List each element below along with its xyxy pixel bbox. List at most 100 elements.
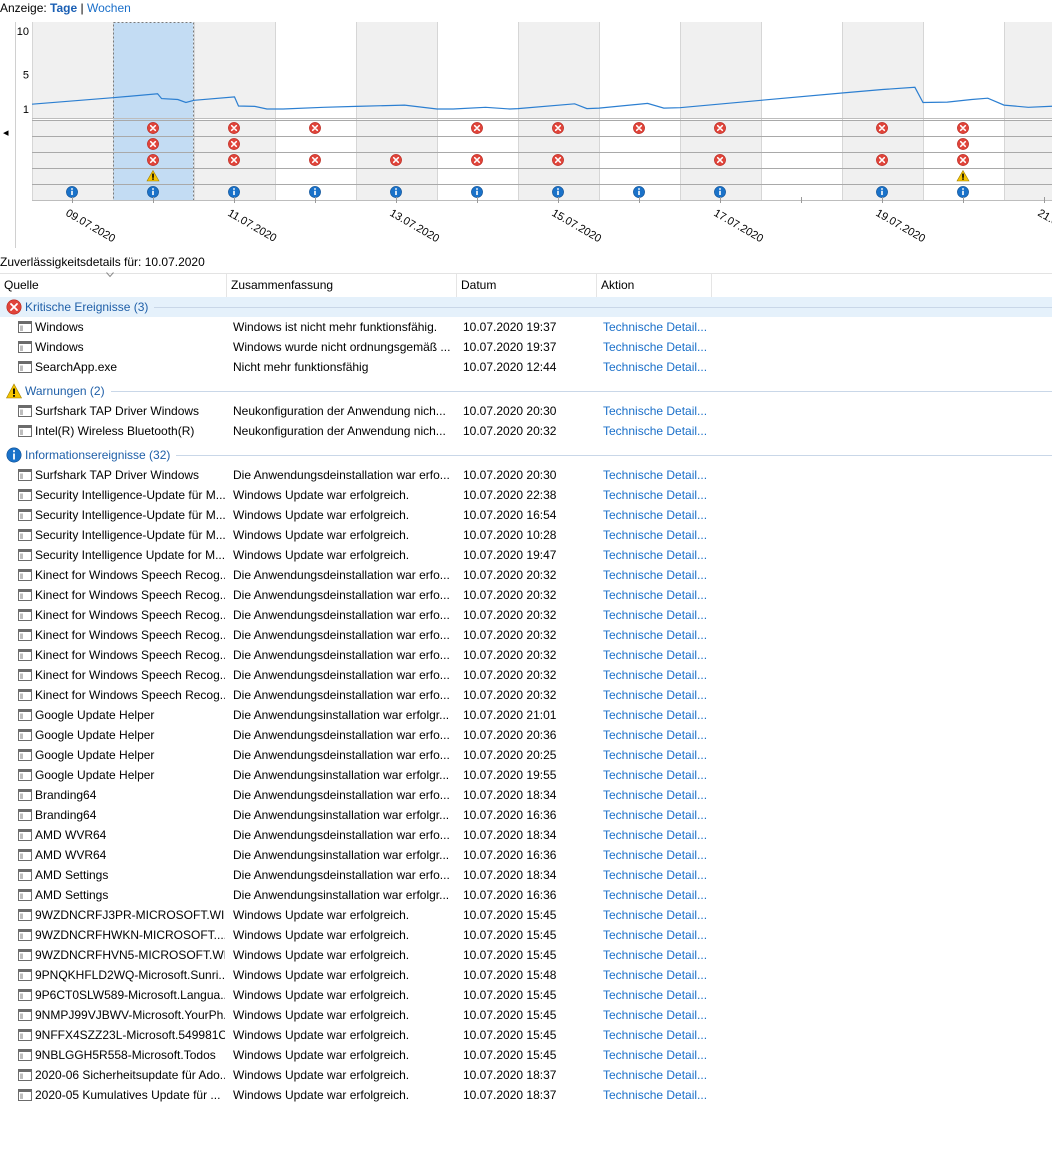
event-row[interactable]: 2020-06 Sicherheitsupdate für Ado... Wind… [0,1065,1052,1085]
technical-details-link[interactable]: Technische Detail... [603,725,708,745]
technical-details-link[interactable]: Technische Detail... [603,905,708,925]
event-row[interactable]: Surfshark TAP Driver Windows Neukonfigura… [0,401,1052,421]
technical-details-link[interactable]: Technische Detail... [603,1065,708,1085]
technical-details-link[interactable]: Technische Detail... [603,465,708,485]
event-row[interactable]: Surfshark TAP Driver Windows Die Anwendun… [0,465,1052,485]
column-header-source[interactable]: Quelle [0,272,227,297]
technical-details-link[interactable]: Technische Detail... [603,845,708,865]
day-column[interactable] [761,22,842,118]
technical-details-link[interactable]: Technische Detail... [603,525,708,545]
technical-details-link[interactable]: Technische Detail... [603,965,708,985]
technical-details-link[interactable]: Technische Detail... [603,401,708,421]
event-row[interactable]: 9NMPJ99VJBWV-Microsoft.YourPh... Windows … [0,1005,1052,1025]
technical-details-link[interactable]: Technische Detail... [603,645,708,665]
technical-details-link[interactable]: Technische Detail... [603,625,708,645]
event-row[interactable]: 9P6CT0SLW589-Microsoft.Langua... Windows … [0,985,1052,1005]
event-row[interactable]: Security Intelligence-Update für M... Win… [0,525,1052,545]
event-row[interactable]: AMD WVR64 Die Anwendungsdeinstallation wa… [0,825,1052,845]
event-row[interactable]: Branding64 Die Anwendungsdeinstallation w… [0,785,1052,805]
technical-details-link[interactable]: Technische Detail... [603,505,708,525]
day-column[interactable] [518,22,599,118]
technical-details-link[interactable]: Technische Detail... [603,1025,708,1045]
event-row[interactable]: 9WZDNCRFHVN5-MICROSOFT.WI... Windows Upda… [0,945,1052,965]
technical-details-link[interactable]: Technische Detail... [603,885,708,905]
technical-details-link[interactable]: Technische Detail... [603,605,708,625]
event-date: 10.07.2020 18:34 [463,828,557,842]
technical-details-link[interactable]: Technische Detail... [603,985,708,1005]
event-row[interactable]: AMD Settings Die Anwendungsinstallation w… [0,885,1052,905]
day-column-events[interactable] [1004,120,1052,200]
technical-details-link[interactable]: Technische Detail... [603,485,708,505]
event-row[interactable]: Security Intelligence Update for M... Win… [0,545,1052,565]
event-row[interactable]: Branding64 Die Anwendungsinstallation war… [0,805,1052,825]
application-window-icon [18,341,32,353]
event-row[interactable]: Kinect for Windows Speech Recog... Die An… [0,585,1052,605]
technical-details-link[interactable]: Technische Detail... [603,665,708,685]
day-column[interactable] [923,22,1004,118]
technical-details-link[interactable]: Technische Detail... [603,565,708,585]
view-days-link[interactable]: Tage [50,1,77,15]
event-row[interactable]: Kinect for Windows Speech Recog... Die An… [0,565,1052,585]
event-row[interactable]: 9PNQKHFLD2WQ-Microsoft.Sunri... Windows U… [0,965,1052,985]
event-row[interactable]: Google Update Helper Die Anwendungsinstal… [0,705,1052,725]
column-header-date[interactable]: Datum [457,274,597,297]
event-row[interactable]: Security Intelligence-Update für M... Win… [0,505,1052,525]
view-weeks-link[interactable]: Wochen [87,1,131,15]
event-row[interactable]: 2020-05 Kumulatives Update für ... Window… [0,1085,1052,1105]
event-row[interactable]: 9WZDNCRFJ3PR-MICROSOFT.WI... Windows Upda… [0,905,1052,925]
day-column[interactable] [437,22,518,118]
event-row[interactable]: 9NFFX4SZZ23L-Microsoft.549981C... Windows… [0,1025,1052,1045]
event-row[interactable]: 9NBLGGH5R558-Microsoft.Todos Windows Upda… [0,1045,1052,1065]
technical-details-link[interactable]: Technische Detail... [603,685,708,705]
event-row[interactable]: Google Update Helper Die Anwendungsdeinst… [0,745,1052,765]
technical-details-link[interactable]: Technische Detail... [603,745,708,765]
event-row[interactable]: Kinect for Windows Speech Recog... Die An… [0,625,1052,645]
column-header-action[interactable]: Aktion [597,274,712,297]
event-row[interactable]: SearchApp.exe Nicht mehr funktionsfähig 10… [0,357,1052,377]
technical-details-link[interactable]: Technische Detail... [603,337,708,357]
day-column[interactable] [275,22,356,118]
day-column[interactable] [194,22,275,118]
technical-details-link[interactable]: Technische Detail... [603,765,708,785]
technical-details-link[interactable]: Technische Detail... [603,705,708,725]
technical-details-link[interactable]: Technische Detail... [603,585,708,605]
technical-details-link[interactable]: Technische Detail... [603,785,708,805]
group-header-info[interactable]: Informationsereignisse (32) [0,445,1052,465]
event-source: Windows [35,340,84,354]
technical-details-link[interactable]: Technische Detail... [603,421,708,441]
event-row[interactable]: Kinect for Windows Speech Recog... Die An… [0,645,1052,665]
group-header-warnings[interactable]: Warnungen (2) [0,381,1052,401]
scroll-left-icon[interactable]: ◂ [3,127,9,139]
technical-details-link[interactable]: Technische Detail... [603,317,708,337]
day-column[interactable] [842,22,923,118]
technical-details-link[interactable]: Technische Detail... [603,825,708,845]
event-row[interactable]: AMD WVR64 Die Anwendungsinstallation war … [0,845,1052,865]
event-row[interactable]: Kinect for Windows Speech Recog... Die An… [0,605,1052,625]
column-header-summary[interactable]: Zusammenfassung [227,274,457,297]
event-row[interactable]: Kinect for Windows Speech Recog... Die An… [0,665,1052,685]
event-row[interactable]: Windows Windows wurde nicht ordnungsgemäß… [0,337,1052,357]
day-column[interactable] [356,22,437,118]
technical-details-link[interactable]: Technische Detail... [603,357,708,377]
event-row[interactable]: 9WZDNCRFHWKN-MICROSOFT.... Windows Update… [0,925,1052,945]
event-row[interactable]: AMD Settings Die Anwendungsdeinstallation… [0,865,1052,885]
technical-details-link[interactable]: Technische Detail... [603,945,708,965]
technical-details-link[interactable]: Technische Detail... [603,1085,708,1105]
technical-details-link[interactable]: Technische Detail... [603,1005,708,1025]
group-header-critical[interactable]: Kritische Ereignisse (3) [0,297,1052,317]
technical-details-link[interactable]: Technische Detail... [603,1045,708,1065]
technical-details-link[interactable]: Technische Detail... [603,805,708,825]
event-row[interactable]: Google Update Helper Die Anwendungsdeinst… [0,725,1052,745]
technical-details-link[interactable]: Technische Detail... [603,545,708,565]
technical-details-link[interactable]: Technische Detail... [603,925,708,945]
event-source: Kinect for Windows Speech Recog... [35,648,225,662]
event-row[interactable]: Windows Windows ist nicht mehr funktionsf… [0,317,1052,337]
day-column[interactable] [1004,22,1052,118]
y-tick-label: 10 [17,26,29,38]
event-row[interactable]: Kinect for Windows Speech Recog... Die An… [0,685,1052,705]
day-column-events[interactable] [761,120,842,200]
technical-details-link[interactable]: Technische Detail... [603,865,708,885]
event-row[interactable]: Google Update Helper Die Anwendungsinstal… [0,765,1052,785]
event-row[interactable]: Security Intelligence-Update für M... Win… [0,485,1052,505]
event-row[interactable]: Intel(R) Wireless Bluetooth(R) Neukonfigu… [0,421,1052,441]
